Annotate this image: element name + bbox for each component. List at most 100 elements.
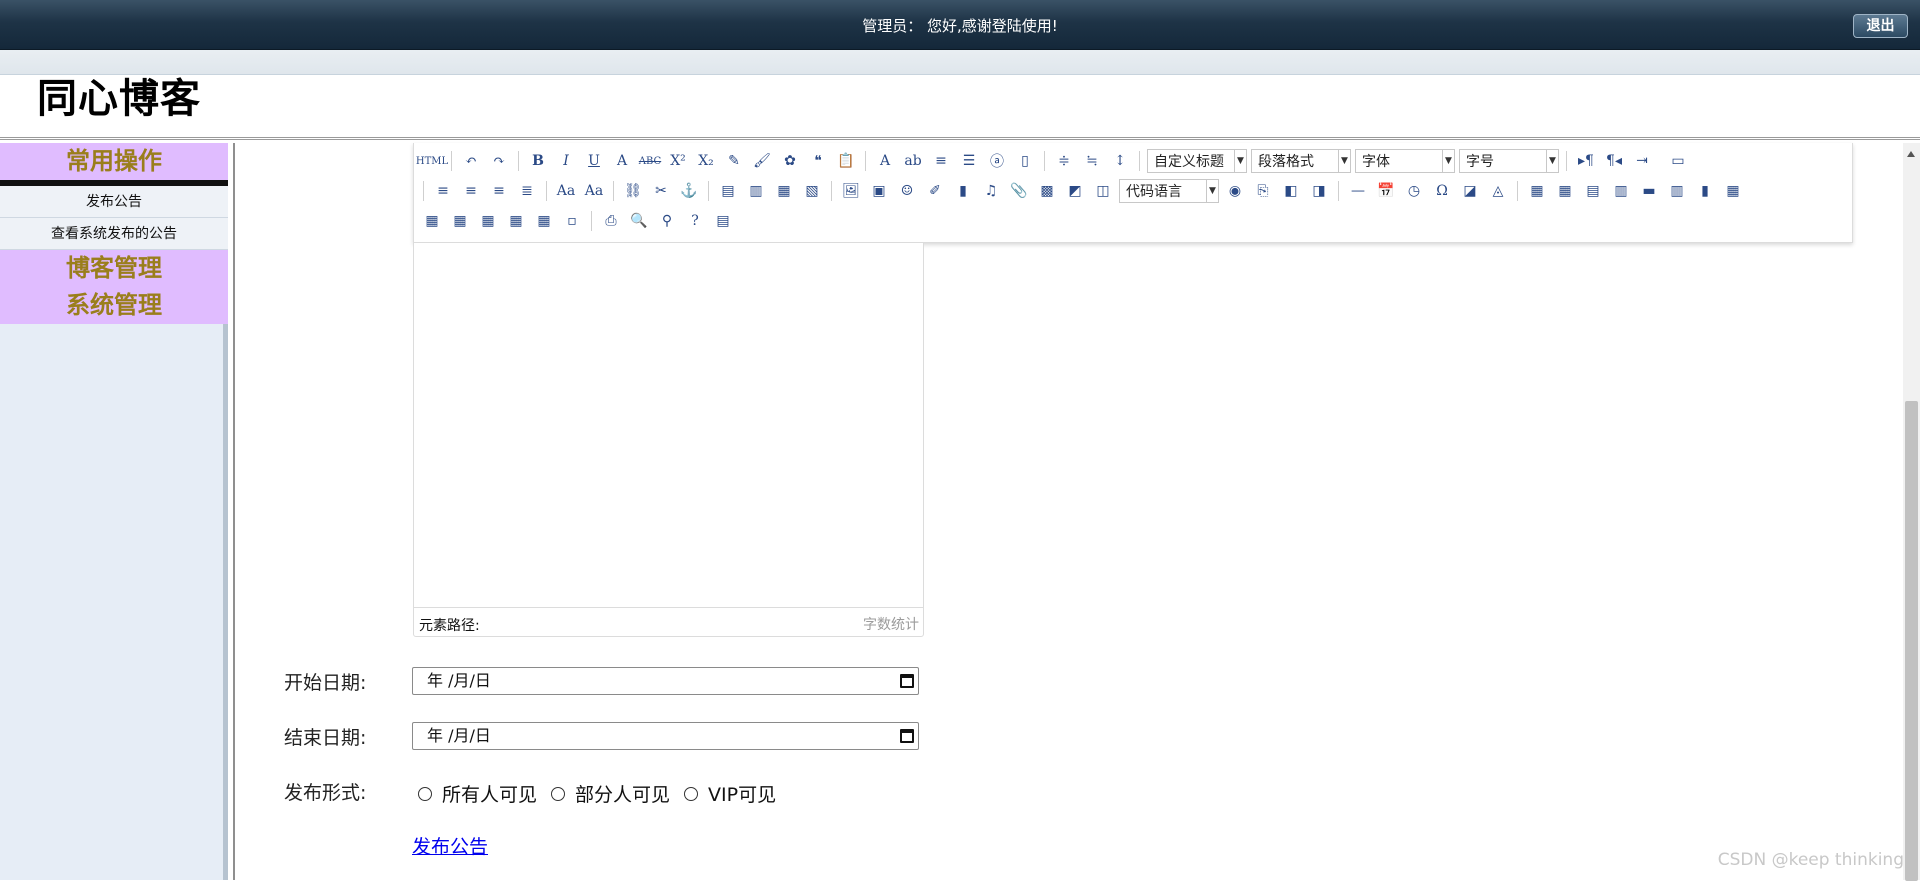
horizontal-rule-icon[interactable]: — <box>1346 180 1370 202</box>
subscript-icon[interactable]: X₂ <box>694 150 718 172</box>
bold-icon[interactable]: B <box>526 150 550 172</box>
special-chars-icon[interactable]: Ω <box>1430 180 1454 202</box>
highlight-color-icon[interactable]: ab <box>901 150 925 172</box>
editor-body[interactable] <box>413 243 924 607</box>
uppercase-icon[interactable]: Aa <box>554 180 578 202</box>
delete-row-icon[interactable]: ▬ <box>1637 180 1661 202</box>
font-border-icon[interactable]: A <box>610 150 634 172</box>
emotion-icon[interactable]: ☺ <box>895 180 919 202</box>
insert-row-icon[interactable]: ▥ <box>1609 180 1633 202</box>
paragraph-select[interactable]: 段落格式 ▼ <box>1251 149 1351 173</box>
date-icon[interactable]: 📅 <box>1374 180 1398 202</box>
row-spacing-top-icon[interactable]: ≑ <box>1052 150 1076 172</box>
google-map-icon[interactable]: ◩ <box>1063 180 1087 202</box>
align-right-icon[interactable]: ≡ <box>487 180 511 202</box>
paste-plain-icon[interactable]: 📋 <box>834 150 858 172</box>
sidebar-item-publish-notice[interactable]: 发布公告 <box>0 186 228 218</box>
radio-vip[interactable] <box>684 786 699 801</box>
image-center-icon[interactable]: ▧ <box>800 180 824 202</box>
eraser-icon[interactable]: ✎ <box>722 150 746 172</box>
auto-format-icon[interactable]: ✿ <box>778 150 802 172</box>
search-replace-icon[interactable]: ◬ <box>1486 180 1510 202</box>
line-height-icon[interactable]: ↕ <box>1108 150 1132 172</box>
fullscreen-icon[interactable]: ▭ <box>1666 150 1690 172</box>
word-image-icon[interactable]: ◪ <box>1458 180 1482 202</box>
italic-icon[interactable]: I <box>554 150 578 172</box>
template-icon[interactable]: ◧ <box>1279 180 1303 202</box>
unordered-list-icon[interactable]: ☰ <box>957 150 981 172</box>
anchor-icon[interactable]: ⚓ <box>677 180 701 202</box>
image-right-icon[interactable]: ▦ <box>772 180 796 202</box>
time-icon[interactable]: ◷ <box>1402 180 1426 202</box>
align-left-icon[interactable]: ≡ <box>431 180 455 202</box>
indent-icon[interactable]: ⇥ <box>1630 150 1654 172</box>
font-color-icon[interactable]: A <box>873 150 897 172</box>
unlink-icon[interactable]: ✂ <box>649 180 673 202</box>
font-size-select[interactable]: 字号 ▼ <box>1459 149 1559 173</box>
link-icon[interactable]: ⛓ <box>621 180 645 202</box>
image-none-icon[interactable]: ▤ <box>716 180 740 202</box>
format-painter-icon[interactable]: 🖌 <box>750 150 774 172</box>
radio-partial[interactable] <box>551 786 566 801</box>
attachment-icon[interactable]: 📎 <box>1007 180 1031 202</box>
merge-right-icon[interactable]: ▦ <box>420 210 444 232</box>
find-icon[interactable]: ⚲ <box>655 210 679 232</box>
insert-col-icon[interactable]: ▥ <box>1665 180 1689 202</box>
scroll-up-arrow[interactable] <box>1907 151 1915 157</box>
map-icon[interactable]: ▩ <box>1035 180 1059 202</box>
clear-doc-icon[interactable]: ▯ <box>1013 150 1037 172</box>
scrawl-icon[interactable]: ✐ <box>923 180 947 202</box>
web-app-icon[interactable]: ◉ <box>1223 180 1247 202</box>
strikethrough-icon[interactable]: ABC <box>638 150 662 172</box>
chart-icon[interactable]: ▫ <box>560 210 584 232</box>
calendar-icon[interactable] <box>900 729 914 743</box>
insert-video-icon[interactable]: ▮ <box>951 180 975 202</box>
sidebar-item-view-notices[interactable]: 查看系统发布的公告 <box>0 218 228 250</box>
start-date-input[interactable]: 年 /月/日 <box>412 667 919 695</box>
merge-down-icon[interactable]: ▦ <box>448 210 472 232</box>
merge-cells-icon[interactable]: ▦ <box>1721 180 1745 202</box>
delete-col-icon[interactable]: ▮ <box>1693 180 1717 202</box>
scrollbar-thumb[interactable] <box>1905 401 1918 881</box>
ltr-icon[interactable]: ▸¶ <box>1574 150 1598 172</box>
font-family-select[interactable]: 字体 ▼ <box>1355 149 1455 173</box>
page-break-icon[interactable]: ⎘ <box>1251 180 1275 202</box>
drafts-icon[interactable]: ▤ <box>711 210 735 232</box>
custom-heading-select[interactable]: 自定义标题 ▼ <box>1147 149 1247 173</box>
split-cells-icon[interactable]: ▦ <box>476 210 500 232</box>
scrollbar[interactable] <box>1903 143 1920 881</box>
ordered-list-icon[interactable]: ≡ <box>929 150 953 172</box>
row-spacing-bottom-icon[interactable]: ≒ <box>1080 150 1104 172</box>
print-icon[interactable]: ⎙ <box>599 210 623 232</box>
calendar-icon[interactable] <box>900 674 914 688</box>
sidebar-group-blog[interactable]: 博客管理 <box>0 250 228 287</box>
rtl-icon[interactable]: ¶◂ <box>1602 150 1626 172</box>
radio-all[interactable] <box>418 786 432 801</box>
image-left-icon[interactable]: ▥ <box>744 180 768 202</box>
superscript-icon[interactable]: X² <box>666 150 690 172</box>
help-icon[interactable]: ? <box>683 210 707 232</box>
logout-button[interactable]: 退出 <box>1853 14 1908 38</box>
insert-image-icon[interactable]: 🖼 <box>839 180 863 202</box>
underline-icon[interactable]: U <box>582 150 606 172</box>
insert-frame-icon[interactable]: ◫ <box>1091 180 1115 202</box>
sidebar-group-common[interactable]: 常用操作 <box>0 143 228 186</box>
insert-paragraph-before-table-icon[interactable]: ▤ <box>1581 180 1605 202</box>
redo-icon[interactable]: ↷ <box>487 150 511 172</box>
lowercase-icon[interactable]: Aa <box>582 180 606 202</box>
sidebar-group-system[interactable]: 系统管理 <box>0 287 228 324</box>
background-icon[interactable]: ◨ <box>1307 180 1331 202</box>
multi-image-icon[interactable]: ▣ <box>867 180 891 202</box>
submit-link[interactable]: 发布公告 <box>412 832 488 859</box>
insert-table-icon[interactable]: ▦ <box>1525 180 1549 202</box>
undo-icon[interactable]: ↶ <box>459 150 483 172</box>
music-icon[interactable]: ♫ <box>979 180 1003 202</box>
split-rows-icon[interactable]: ▦ <box>504 210 528 232</box>
split-cols-icon[interactable]: ▦ <box>532 210 556 232</box>
preview-icon[interactable]: 🔍 <box>627 210 651 232</box>
delete-table-icon[interactable]: ▦ <box>1553 180 1577 202</box>
code-language-select[interactable]: 代码语言 ▼ <box>1119 179 1219 203</box>
blockquote-icon[interactable]: ❝ <box>806 150 830 172</box>
select-all-icon[interactable]: ⓐ <box>985 150 1009 172</box>
align-center-icon[interactable]: ≡ <box>459 180 483 202</box>
